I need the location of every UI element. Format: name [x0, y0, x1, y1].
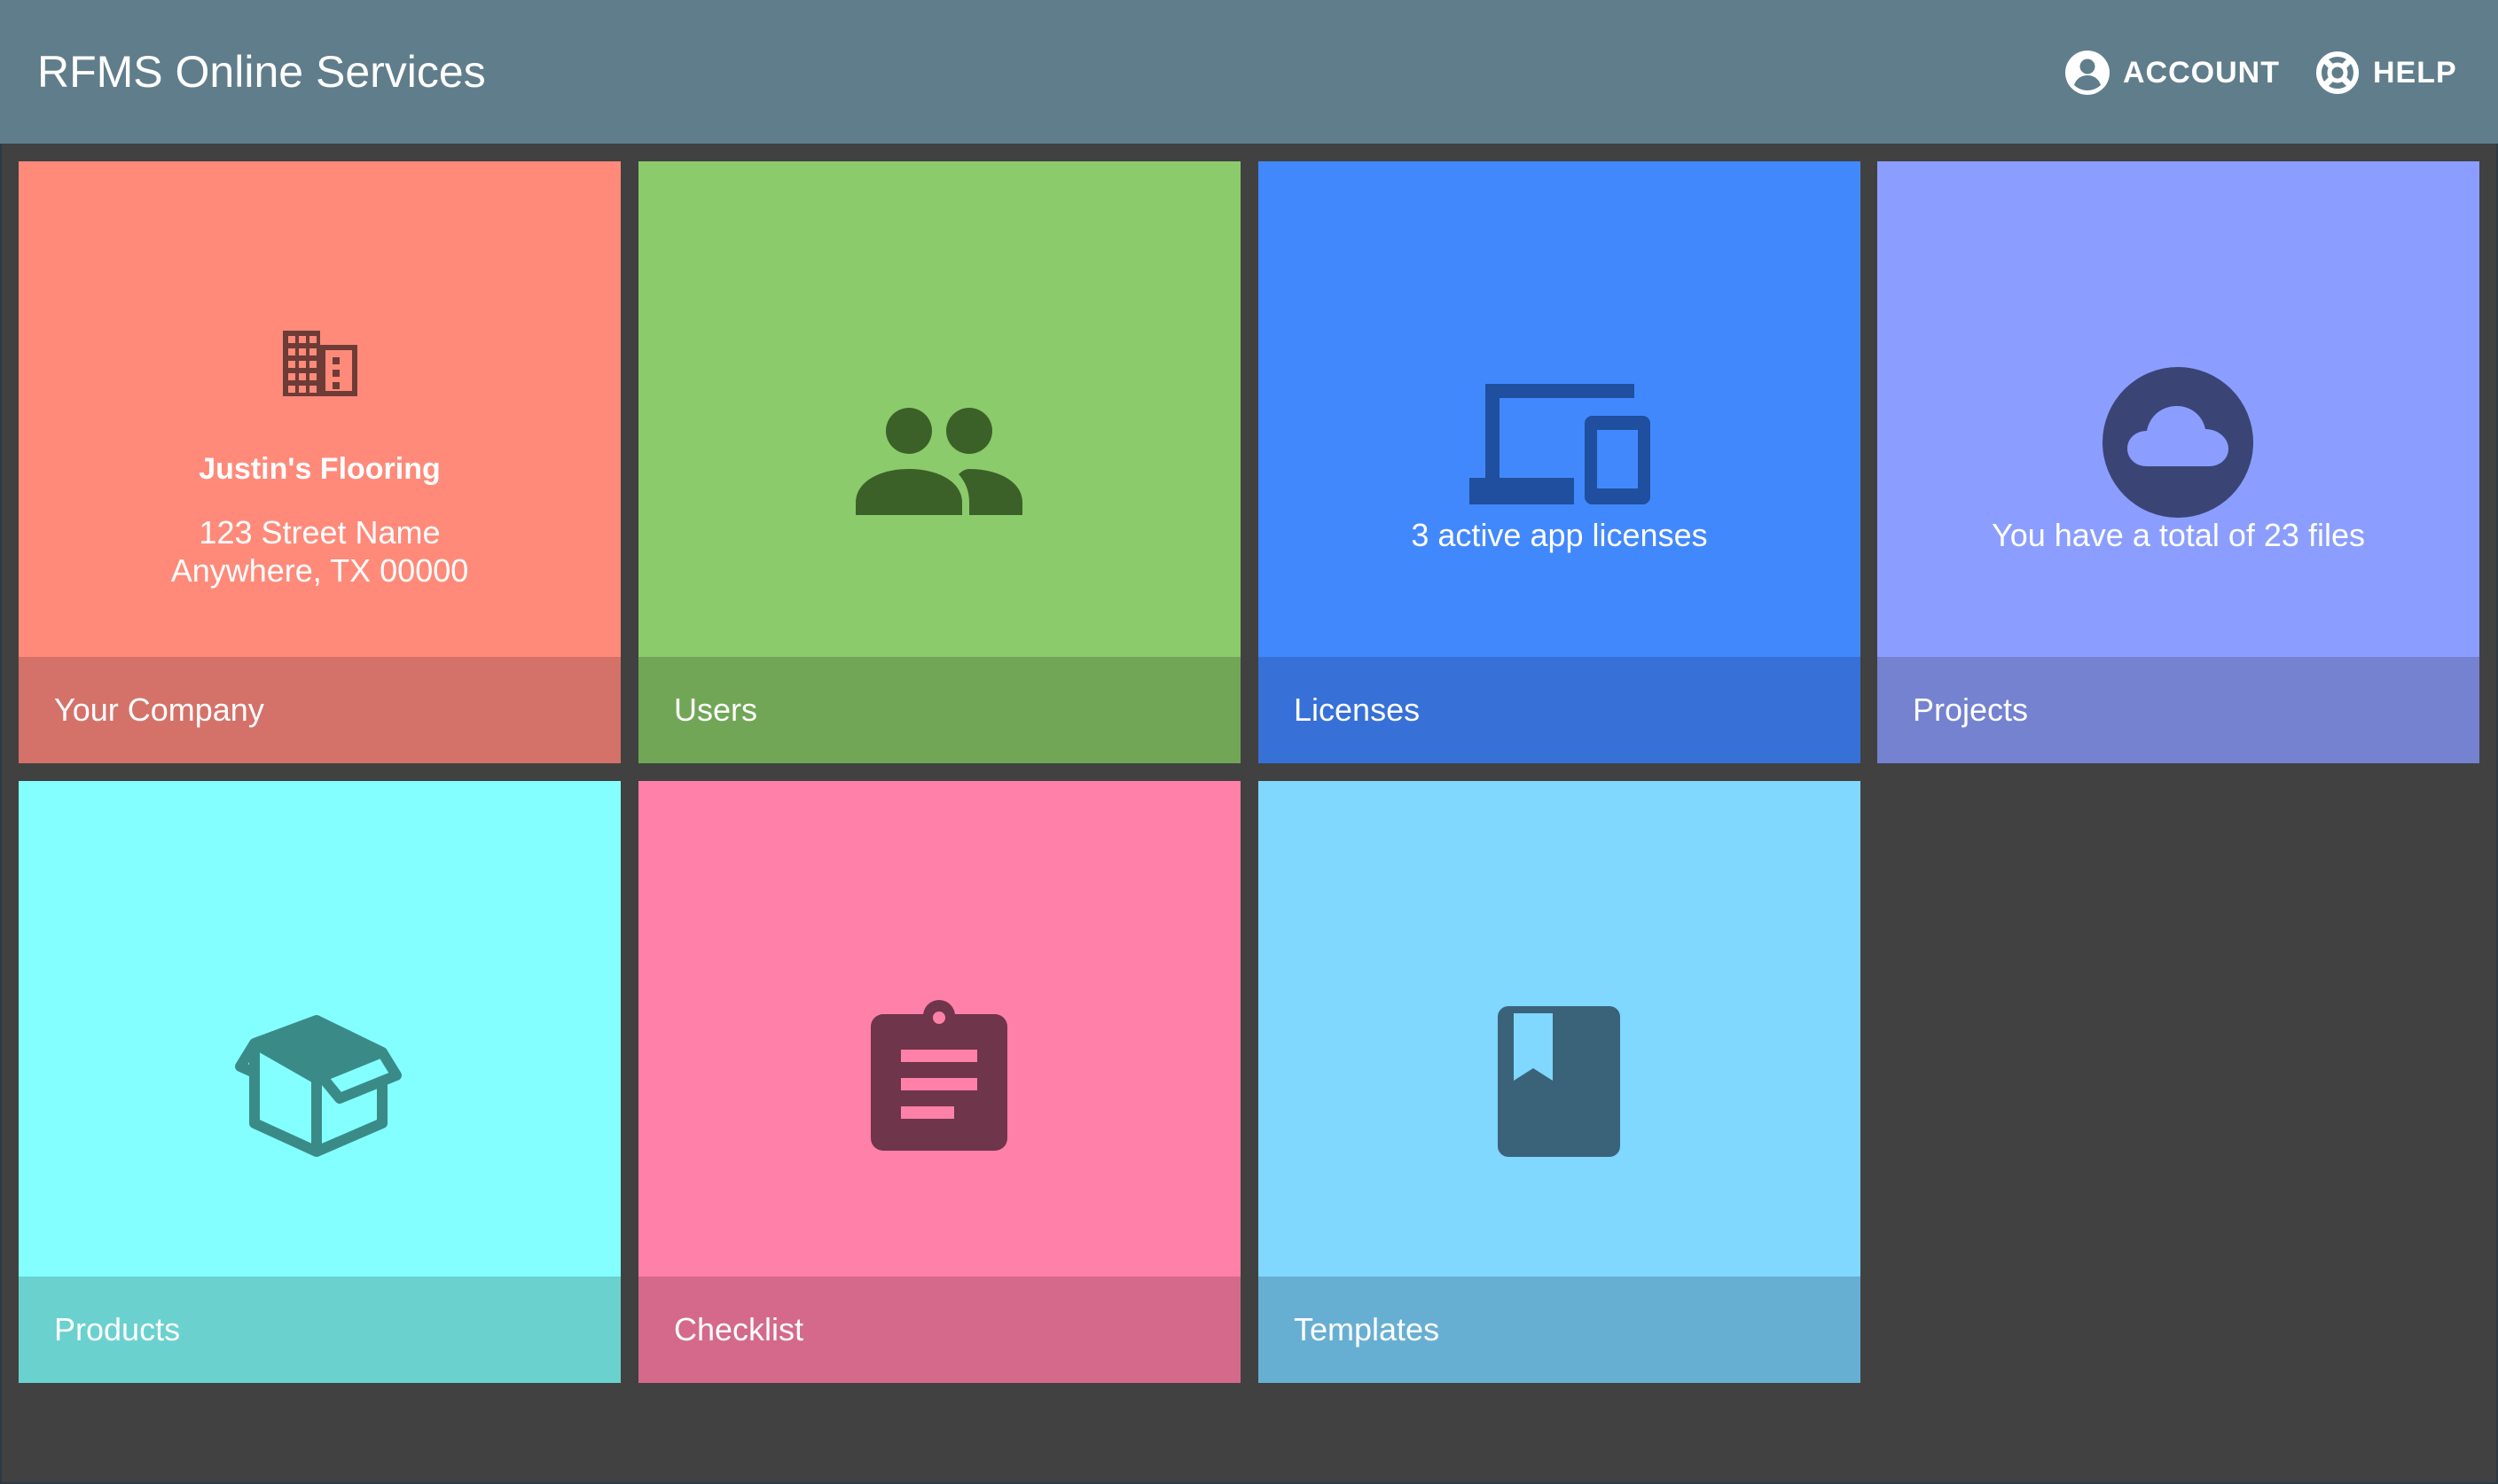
people-icon	[856, 408, 1022, 515]
tile-label: Your Company	[54, 691, 264, 728]
tile-label: Projects	[1913, 691, 2029, 728]
app-header: RFMS Online Services ACCOUNT HELP	[0, 0, 2498, 144]
tile-label: Users	[674, 691, 758, 728]
tile-checklist[interactable]: Checklist	[638, 781, 1241, 1383]
devices-icon	[1469, 384, 1650, 504]
tile-footer: Projects	[1877, 657, 2479, 763]
tile-footer: Your Company	[19, 657, 621, 763]
tile-footer: Users	[638, 657, 1241, 763]
company-address-line2: Anywhere, TX 00000	[170, 552, 469, 589]
app-title: RFMS Online Services	[37, 47, 486, 97]
licenses-summary: 3 active app licenses	[1411, 517, 1708, 553]
tile-users[interactable]: Users	[638, 161, 1241, 763]
clipboard-icon	[871, 1000, 1007, 1151]
tile-your-company[interactable]: Justin's Flooring 123 Street Name Anywhe…	[19, 161, 621, 763]
lifebuoy-icon	[2316, 51, 2359, 94]
help-button-label: HELP	[2373, 55, 2457, 90]
tile-body: Justin's Flooring 123 Street Name Anywhe…	[19, 161, 621, 657]
account-circle-icon	[2065, 51, 2110, 95]
account-button-label: ACCOUNT	[2123, 55, 2280, 90]
tile-label: Checklist	[674, 1311, 804, 1347]
tile-footer: Templates	[1258, 1277, 1860, 1383]
tile-body: You have a total of 23 files	[1877, 161, 2479, 657]
company-address-line1: 123 Street Name	[199, 514, 441, 551]
tile-footer: Checklist	[638, 1277, 1241, 1383]
tile-products[interactable]: Products	[19, 781, 621, 1383]
box-icon	[235, 1015, 402, 1157]
building-icon	[283, 331, 357, 396]
cloud-icon	[2103, 367, 2253, 518]
tile-label: Licenses	[1294, 691, 1421, 728]
account-button[interactable]: ACCOUNT	[2064, 45, 2280, 100]
tile-body	[638, 161, 1241, 657]
tile-templates[interactable]: Templates	[1258, 781, 1860, 1383]
help-button[interactable]: HELP	[2314, 45, 2457, 100]
tile-licenses[interactable]: 3 active app licenses Licenses	[1258, 161, 1860, 763]
company-name: Justin's Flooring	[199, 452, 441, 486]
tile-label: Products	[54, 1311, 181, 1347]
tile-body	[19, 781, 621, 1277]
tile-footer: Licenses	[1258, 657, 1860, 763]
tile-projects[interactable]: You have a total of 23 files Projects	[1877, 161, 2479, 763]
tile-body: 3 active app licenses	[1258, 161, 1860, 657]
tile-footer: Products	[19, 1277, 621, 1383]
tile-body	[1258, 781, 1860, 1277]
tile-body	[638, 781, 1241, 1277]
book-icon	[1498, 1006, 1620, 1157]
projects-summary: You have a total of 23 files	[1992, 517, 2365, 553]
tile-label: Templates	[1294, 1311, 1440, 1347]
